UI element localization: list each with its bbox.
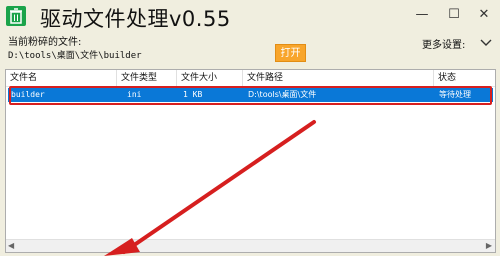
more-settings-label[interactable]: 更多设置: xyxy=(422,36,465,51)
column-header-path[interactable]: 文件路径 xyxy=(243,70,434,86)
window-title: 驱动文件处理v0.55 xyxy=(40,7,231,31)
row-highlight-outline xyxy=(9,86,492,105)
close-button[interactable]: ✕ xyxy=(474,6,494,24)
horizontal-scrollbar[interactable]: ◀ ▶ xyxy=(6,239,495,252)
open-button[interactable]: 打开 xyxy=(275,44,306,62)
scroll-right-icon[interactable]: ▶ xyxy=(486,241,492,250)
trash-icon xyxy=(6,6,26,26)
current-file-label: 当前粉碎的文件: xyxy=(8,37,82,48)
minimize-button[interactable]: — xyxy=(412,6,432,24)
scroll-left-icon[interactable]: ◀ xyxy=(8,241,14,250)
table-header: 文件名 文件类型 文件大小 文件路径 状态 xyxy=(6,70,495,87)
column-header-status[interactable]: 状态 xyxy=(434,70,495,86)
current-file-path: D:\tools\桌面\文件\builder xyxy=(8,51,142,61)
column-header-type[interactable]: 文件类型 xyxy=(117,70,177,86)
column-header-name[interactable]: 文件名 xyxy=(6,70,117,86)
chevron-down-icon[interactable] xyxy=(480,39,492,47)
column-header-size[interactable]: 文件大小 xyxy=(177,70,243,86)
maximize-button[interactable]: ☐ xyxy=(444,6,464,24)
file-table: 文件名 文件类型 文件大小 文件路径 状态 builder ini 1 KB D… xyxy=(5,69,496,253)
title-bar: 驱动文件处理v0.55 — ☐ ✕ xyxy=(0,0,500,34)
